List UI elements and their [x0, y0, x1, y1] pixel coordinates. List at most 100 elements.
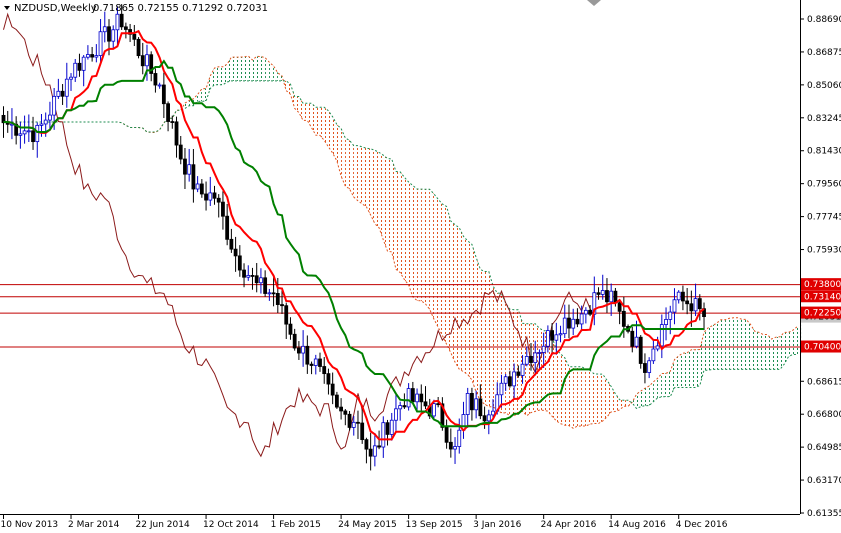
cloud-segment: [742, 319, 747, 370]
candle-body: [676, 291, 681, 301]
cloud-segment: [767, 334, 772, 370]
candle-body: [512, 371, 517, 387]
candle-body: [225, 215, 230, 240]
candle-body: [385, 422, 390, 435]
y-tick-label: 0.61355: [807, 509, 841, 519]
cloud-segment: [471, 244, 477, 392]
y-tick-label: 0.66800: [807, 410, 841, 420]
candle-body: [503, 376, 508, 384]
candle-body: [575, 318, 580, 325]
candle-body: [263, 277, 268, 294]
y-tick-label: 0.79560: [807, 180, 841, 190]
candle-body: [402, 405, 407, 408]
cloud-segment: [775, 336, 780, 370]
candle-body: [419, 393, 424, 403]
price-badges: 0.720310.738000.731400.722500.70400: [801, 278, 841, 353]
candle-body: [360, 422, 365, 441]
candle-body: [339, 406, 344, 412]
candle-body: [322, 366, 327, 375]
candle-body: [486, 414, 491, 422]
candle-body: [208, 192, 213, 201]
candle-body: [643, 363, 647, 373]
candle-body: [453, 446, 457, 450]
cloud-segment: [666, 371, 671, 397]
candle-body: [119, 13, 124, 28]
cloud-segment: [467, 240, 472, 380]
y-tick-label: 0.88690: [807, 15, 841, 25]
candle-body: [668, 311, 673, 320]
candle-body: [187, 164, 192, 175]
candle-body: [195, 183, 200, 190]
cloud-segment: [480, 269, 485, 405]
candle-body: [651, 348, 656, 362]
y-tick-label: 0.77745: [807, 213, 841, 223]
cloud-segment: [779, 332, 785, 370]
candle-body: [254, 275, 259, 284]
cloud-segment: [602, 374, 607, 421]
y-tick-label: 0.85060: [807, 81, 841, 91]
candle-body: [77, 62, 82, 71]
candle-body: [356, 421, 360, 424]
candle-body: [161, 84, 166, 105]
candle-body: [474, 398, 479, 411]
cloud-segment: [463, 236, 468, 375]
candle-body: [638, 336, 643, 364]
candle-body: [309, 363, 314, 366]
price-chart[interactable]: 0.88690 0.86875 0.85060 0.83245 0.81430 0.795…: [0, 0, 841, 533]
candle-body: [115, 13, 120, 31]
candle-body: [216, 197, 221, 203]
cloud-segment: [792, 326, 797, 355]
candle-body: [301, 345, 306, 354]
cloud-segment: [201, 88, 207, 102]
candle-body: [681, 291, 685, 302]
candle-body: [39, 123, 44, 126]
candle-body: [326, 373, 331, 385]
candle-body: [364, 439, 369, 450]
candle-body: [18, 133, 23, 136]
cloud-segment: [493, 285, 498, 410]
candle-body: [246, 275, 251, 278]
cloud-segment: [682, 352, 688, 388]
x-tick-label: 24 Apr 2016: [541, 520, 597, 530]
candle-body: [86, 54, 90, 58]
cloud-segment: [636, 391, 641, 409]
candle-body: [280, 304, 284, 307]
candle-body: [259, 277, 263, 284]
cloud-segment: [590, 370, 595, 425]
candle-body: [123, 26, 128, 30]
cloud-segment: [324, 107, 329, 147]
candle-body: [630, 330, 635, 347]
candle-body: [533, 352, 538, 363]
cloud-segment: [733, 317, 738, 370]
candle-body: [415, 393, 419, 403]
cloud-segment: [429, 189, 434, 320]
level-badge-label: 0.70400: [804, 343, 841, 353]
cloud-segment: [446, 206, 451, 353]
candle-body: [482, 415, 487, 422]
cloud-segment: [716, 319, 721, 370]
candle-body: [398, 405, 403, 410]
candle-body: [368, 448, 373, 457]
cloud-segment: [459, 227, 464, 372]
candle-body: [520, 363, 525, 376]
y-tick-label: 0.63170: [807, 476, 841, 486]
cloud-segment: [366, 148, 371, 215]
candle-body: [136, 38, 141, 57]
cloud-segment: [408, 182, 413, 297]
cloud-segment: [421, 189, 426, 304]
cloud-segment: [695, 349, 700, 388]
cloud-segment: [568, 366, 574, 429]
candle-body: [693, 298, 698, 312]
cloud-segment: [391, 159, 396, 270]
cloud-segment: [433, 193, 439, 328]
cloud-segment: [400, 171, 405, 280]
candle-body: [94, 55, 99, 58]
candle-body: [499, 382, 504, 396]
cloud-segment: [345, 137, 350, 189]
cloud-segment: [704, 327, 709, 371]
cloud-segment: [404, 177, 409, 285]
cloud-segment: [370, 148, 375, 224]
candle-body: [672, 299, 677, 313]
candle-body: [596, 292, 601, 295]
candle-body: [132, 33, 137, 40]
